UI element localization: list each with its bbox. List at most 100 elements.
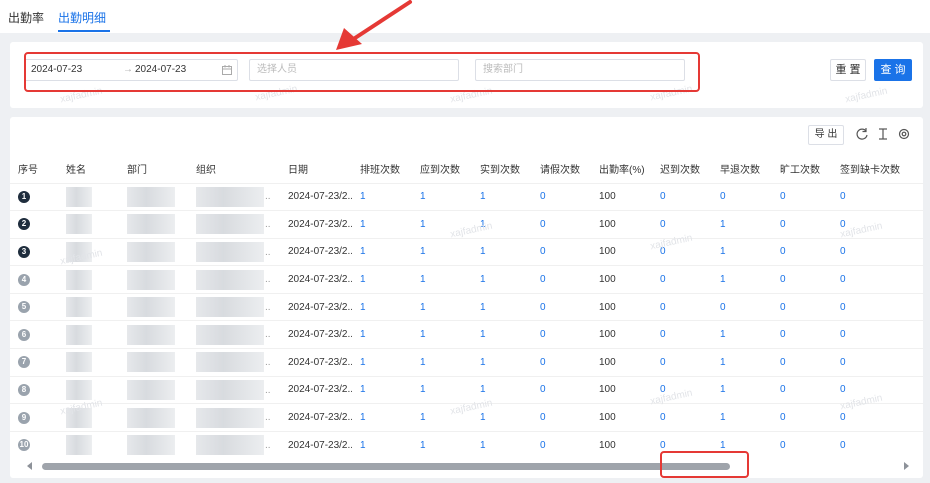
cell-absent[interactable]: 0 bbox=[772, 237, 832, 266]
cell-leave[interactable]: 0 bbox=[532, 348, 591, 377]
cell-scheduled[interactable]: 1 bbox=[352, 265, 412, 294]
table-row[interactable]: 10.. 2024-07-23/2... 1 1 1 0 100 0 1 0 0 bbox=[10, 430, 923, 459]
cell-expected[interactable]: 1 bbox=[412, 430, 472, 459]
cell-late[interactable]: 0 bbox=[652, 320, 712, 349]
cell-expected[interactable]: 1 bbox=[412, 348, 472, 377]
refresh-icon[interactable] bbox=[855, 126, 869, 142]
table-row[interactable]: 2.. 2024-07-23/2... 1 1 1 0 100 0 1 0 0 bbox=[10, 210, 923, 239]
cell-late[interactable]: 0 bbox=[652, 237, 712, 266]
cell-expected[interactable]: 1 bbox=[412, 292, 472, 321]
cell-missing-checkin[interactable]: 0 bbox=[832, 292, 923, 321]
cell-absent[interactable]: 0 bbox=[772, 182, 832, 211]
cell-scheduled[interactable]: 1 bbox=[352, 210, 412, 239]
cell-missing-checkin[interactable]: 0 bbox=[832, 182, 923, 211]
cell-leave[interactable]: 0 bbox=[532, 237, 591, 266]
cell-late[interactable]: 0 bbox=[652, 403, 712, 432]
cell-missing-checkin[interactable]: 0 bbox=[832, 320, 923, 349]
cell-late[interactable]: 0 bbox=[652, 292, 712, 321]
cell-absent[interactable]: 0 bbox=[772, 430, 832, 459]
table-row[interactable]: 9.. 2024-07-23/2... 1 1 1 0 100 0 1 0 0 bbox=[10, 403, 923, 432]
cell-late[interactable]: 0 bbox=[652, 182, 712, 211]
cell-early[interactable]: 0 bbox=[712, 292, 772, 321]
cell-actual[interactable]: 1 bbox=[472, 210, 532, 239]
cell-late[interactable]: 0 bbox=[652, 348, 712, 377]
cell-early[interactable]: 1 bbox=[712, 375, 772, 404]
cell-early[interactable]: 0 bbox=[712, 182, 772, 211]
horizontal-scrollbar[interactable] bbox=[24, 460, 914, 472]
cell-scheduled[interactable]: 1 bbox=[352, 237, 412, 266]
table-row[interactable]: 5.. 2024-07-23/2... 1 1 1 0 100 0 0 0 0 bbox=[10, 292, 923, 321]
cell-leave[interactable]: 0 bbox=[532, 210, 591, 239]
reset-button[interactable]: 重 置 bbox=[830, 59, 866, 81]
cell-leave[interactable]: 0 bbox=[532, 265, 591, 294]
cell-scheduled[interactable]: 1 bbox=[352, 182, 412, 211]
cell-missing-checkin[interactable]: 0 bbox=[832, 348, 923, 377]
query-button[interactable]: 查 询 bbox=[874, 59, 912, 81]
cell-early[interactable]: 1 bbox=[712, 320, 772, 349]
cell-expected[interactable]: 1 bbox=[412, 237, 472, 266]
cell-expected[interactable]: 1 bbox=[412, 403, 472, 432]
cell-missing-checkin[interactable]: 0 bbox=[832, 403, 923, 432]
scrollbar-thumb[interactable] bbox=[42, 463, 730, 470]
cell-leave[interactable]: 0 bbox=[532, 182, 591, 211]
cell-absent[interactable]: 0 bbox=[772, 320, 832, 349]
cell-late[interactable]: 0 bbox=[652, 210, 712, 239]
cell-absent[interactable]: 0 bbox=[772, 403, 832, 432]
tab-attendance-rate[interactable]: 出勤率 bbox=[8, 9, 44, 26]
cell-missing-checkin[interactable]: 0 bbox=[832, 265, 923, 294]
cell-early[interactable]: 1 bbox=[712, 210, 772, 239]
cell-scheduled[interactable]: 1 bbox=[352, 430, 412, 459]
table-row[interactable]: 7.. 2024-07-23/2... 1 1 1 0 100 0 1 0 0 bbox=[10, 348, 923, 377]
cell-absent[interactable]: 0 bbox=[772, 348, 832, 377]
cell-expected[interactable]: 1 bbox=[412, 375, 472, 404]
cell-early[interactable]: 1 bbox=[712, 348, 772, 377]
cell-leave[interactable]: 0 bbox=[532, 430, 591, 459]
cell-expected[interactable]: 1 bbox=[412, 210, 472, 239]
cell-leave[interactable]: 0 bbox=[532, 375, 591, 404]
cell-early[interactable]: 1 bbox=[712, 265, 772, 294]
column-height-icon[interactable] bbox=[876, 126, 890, 142]
cell-actual[interactable]: 1 bbox=[472, 237, 532, 266]
cell-absent[interactable]: 0 bbox=[772, 292, 832, 321]
cell-early[interactable]: 1 bbox=[712, 403, 772, 432]
cell-expected[interactable]: 1 bbox=[412, 182, 472, 211]
cell-actual[interactable]: 1 bbox=[472, 265, 532, 294]
cell-actual[interactable]: 1 bbox=[472, 320, 532, 349]
cell-leave[interactable]: 0 bbox=[532, 320, 591, 349]
cell-scheduled[interactable]: 1 bbox=[352, 292, 412, 321]
cell-scheduled[interactable]: 1 bbox=[352, 375, 412, 404]
cell-missing-checkin[interactable]: 0 bbox=[832, 375, 923, 404]
cell-absent[interactable]: 0 bbox=[772, 210, 832, 239]
cell-expected[interactable]: 1 bbox=[412, 320, 472, 349]
cell-missing-checkin[interactable]: 0 bbox=[832, 210, 923, 239]
cell-actual[interactable]: 1 bbox=[472, 430, 532, 459]
cell-missing-checkin[interactable]: 0 bbox=[832, 430, 923, 459]
cell-actual[interactable]: 1 bbox=[472, 375, 532, 404]
table-row[interactable]: 8.. 2024-07-23/2... 1 1 1 0 100 0 1 0 0 bbox=[10, 375, 923, 404]
scroll-left-arrow-icon[interactable] bbox=[27, 462, 32, 470]
export-button[interactable]: 导 出 bbox=[808, 125, 844, 145]
table-row[interactable]: 3.. 2024-07-23/2... 1 1 1 0 100 0 1 0 0 bbox=[10, 237, 923, 266]
cell-expected[interactable]: 1 bbox=[412, 265, 472, 294]
cell-late[interactable]: 0 bbox=[652, 265, 712, 294]
cell-scheduled[interactable]: 1 bbox=[352, 403, 412, 432]
table-row[interactable]: 4.. 2024-07-23/2... 1 1 1 0 100 0 1 0 0 bbox=[10, 265, 923, 294]
settings-icon[interactable] bbox=[897, 126, 911, 142]
cell-scheduled[interactable]: 1 bbox=[352, 348, 412, 377]
cell-actual[interactable]: 1 bbox=[472, 292, 532, 321]
cell-scheduled[interactable]: 1 bbox=[352, 320, 412, 349]
cell-late[interactable]: 0 bbox=[652, 375, 712, 404]
scroll-right-arrow-icon[interactable] bbox=[904, 462, 909, 470]
cell-actual[interactable]: 1 bbox=[472, 403, 532, 432]
table-row[interactable]: 1.. 2024-07-23/2... 1 1 1 0 100 0 0 0 0 bbox=[10, 182, 923, 211]
cell-leave[interactable]: 0 bbox=[532, 403, 591, 432]
cell-absent[interactable]: 0 bbox=[772, 375, 832, 404]
table-row[interactable]: 6.. 2024-07-23/2... 1 1 1 0 100 0 1 0 0 bbox=[10, 320, 923, 349]
cell-actual[interactable]: 1 bbox=[472, 348, 532, 377]
cell-leave[interactable]: 0 bbox=[532, 292, 591, 321]
cell-actual[interactable]: 1 bbox=[472, 182, 532, 211]
cell-absent[interactable]: 0 bbox=[772, 265, 832, 294]
tab-attendance-detail[interactable]: 出勤明细 bbox=[58, 9, 106, 26]
cell-early[interactable]: 1 bbox=[712, 237, 772, 266]
cell-missing-checkin[interactable]: 0 bbox=[832, 237, 923, 266]
